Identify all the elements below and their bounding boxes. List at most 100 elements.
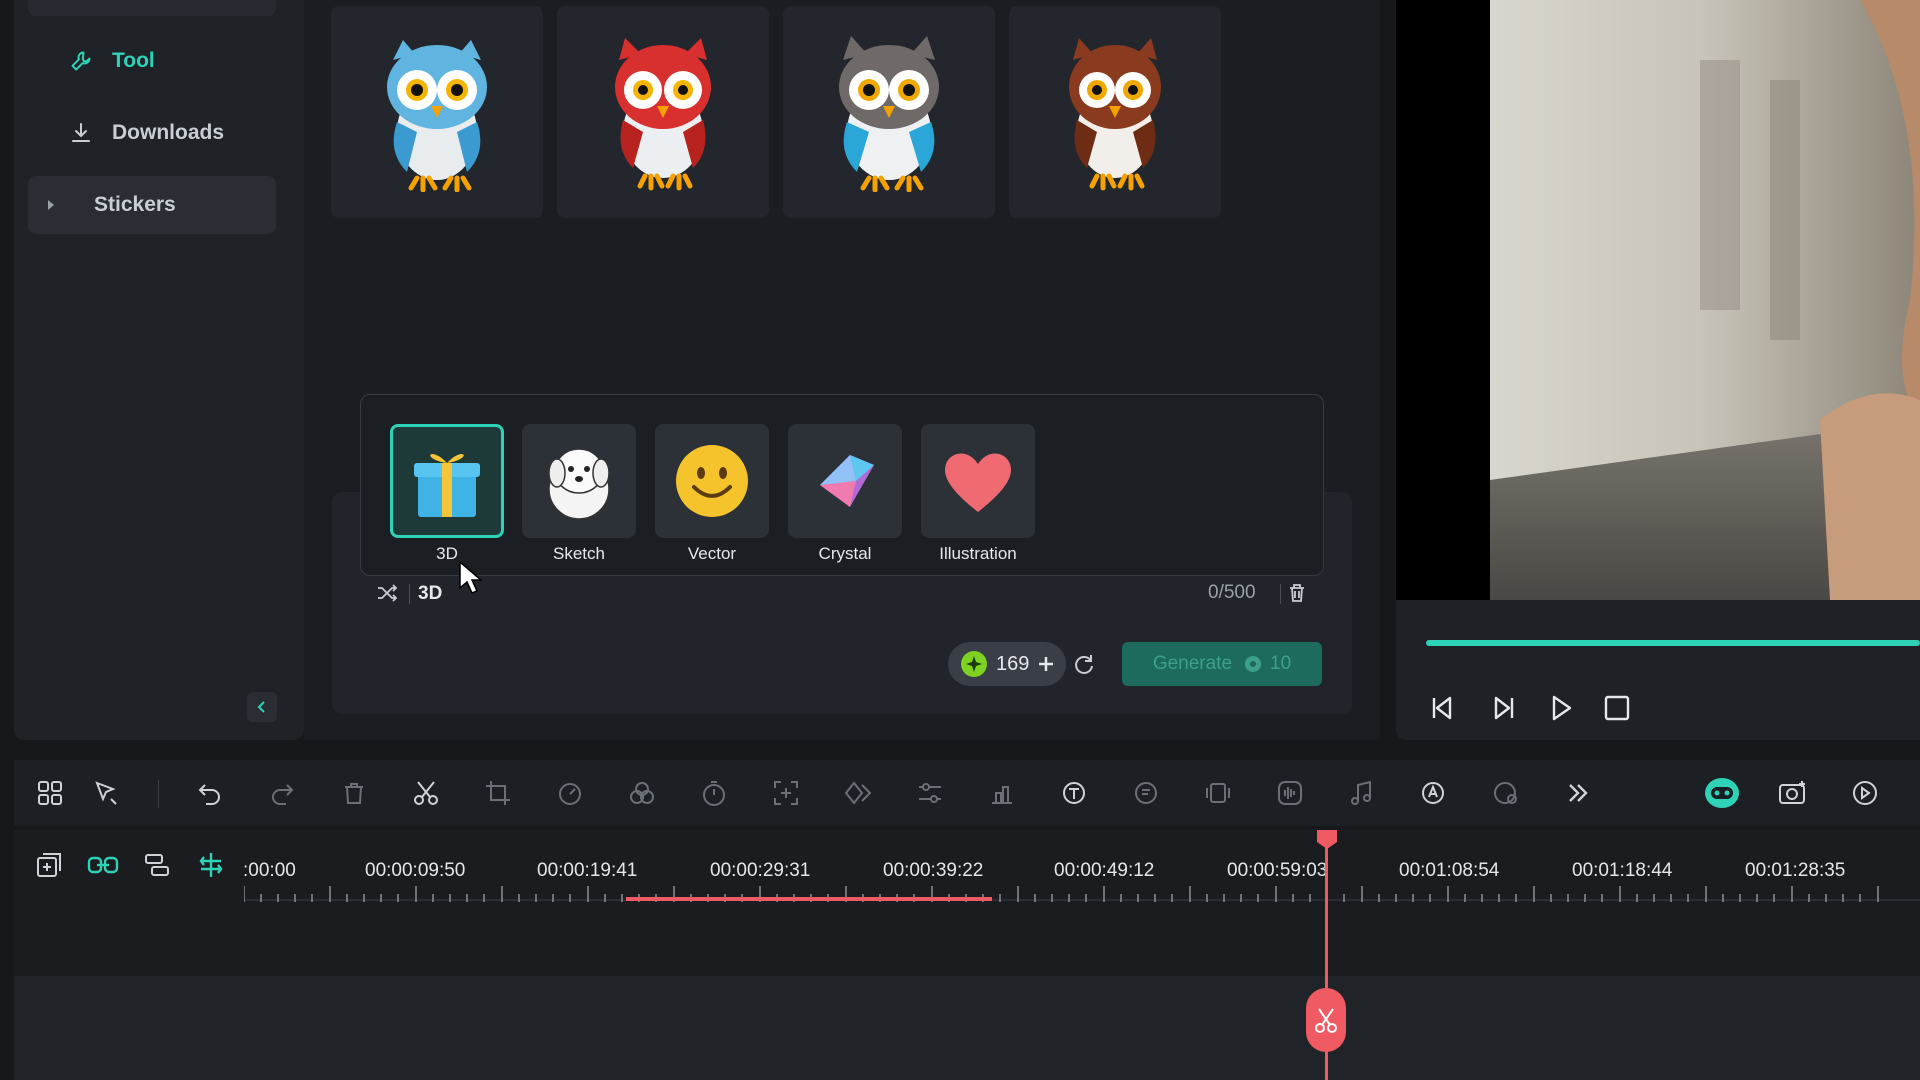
- play-icon[interactable]: [1546, 693, 1576, 723]
- timecode-label: 00:00:49:12: [1054, 860, 1155, 881]
- track-manager-icon[interactable]: [140, 848, 174, 882]
- ruler-ticks: [244, 882, 1920, 902]
- credit-coin-icon: [1244, 655, 1262, 673]
- mouse-cursor-icon: [458, 560, 484, 596]
- adjust-icon[interactable]: [913, 776, 947, 810]
- sidebar-item-tool[interactable]: Tool: [28, 32, 276, 90]
- style-option-label: Crystal: [818, 544, 872, 563]
- video-letterbox: [1396, 0, 1490, 600]
- sidebar-item-label: Stickers: [94, 193, 176, 216]
- generate-label: Generate: [1152, 653, 1233, 674]
- selected-range[interactable]: [626, 897, 992, 901]
- color-icon[interactable]: [625, 776, 659, 810]
- timeline-toolbar: [14, 760, 1920, 826]
- heart-icon: [940, 446, 1016, 516]
- audio-mixer-icon[interactable]: [985, 776, 1019, 810]
- style-option-label: Illustration: [939, 544, 1017, 563]
- auto-reframe-icon[interactable]: [769, 776, 803, 810]
- timecode-label: 00:00:19:41: [537, 860, 638, 881]
- smiley-icon: [674, 443, 750, 519]
- trash-icon[interactable]: [1286, 582, 1308, 604]
- sticker-tile[interactable]: [783, 6, 995, 218]
- wrench-icon: [68, 48, 94, 74]
- caret-right-icon: [38, 192, 64, 218]
- timecode-label: 00:00:39:22: [883, 860, 984, 881]
- select-tool-icon[interactable]: [90, 776, 124, 810]
- undo-icon[interactable]: [193, 776, 227, 810]
- crop-icon[interactable]: [481, 776, 515, 810]
- next-frame-icon[interactable]: [1488, 693, 1518, 723]
- sidebar-top-item[interactable]: [28, 0, 276, 16]
- playback-progress[interactable]: [1426, 640, 1920, 646]
- redo-icon[interactable]: [265, 776, 299, 810]
- owl-blue-icon: [377, 32, 497, 192]
- stabilize-icon[interactable]: [1201, 776, 1235, 810]
- video-preview: [1490, 0, 1920, 600]
- playhead-split-button[interactable]: [1306, 988, 1346, 1052]
- sidebar-item-label: Downloads: [112, 121, 225, 144]
- sticker-tile[interactable]: [1009, 6, 1221, 218]
- shuffle-icon[interactable]: [376, 582, 398, 604]
- timecode-label: :00:00: [243, 860, 296, 881]
- speech-to-text-icon[interactable]: [1129, 776, 1163, 810]
- style-option-3d[interactable]: 3D: [390, 424, 504, 564]
- keyframe-icon[interactable]: [841, 776, 875, 810]
- gift-box-icon: [410, 441, 484, 521]
- layout-grid-icon[interactable]: [33, 776, 67, 810]
- timecode-label: 00:00:09:50: [365, 860, 466, 881]
- timecode-label: 00:01:18:44: [1572, 860, 1673, 881]
- toolbar-divider: [158, 780, 159, 808]
- more-tools-icon[interactable]: [1561, 776, 1595, 810]
- timecode-label: 00:00:29:31: [710, 860, 811, 881]
- char-counter: 0/500: [1208, 582, 1256, 603]
- owl-gray-icon: [829, 32, 949, 192]
- style-option-illustration[interactable]: Illustration: [921, 424, 1035, 564]
- credit-coin-icon: [960, 650, 988, 678]
- sticker-tile[interactable]: [557, 6, 769, 218]
- collapse-sidebar-button[interactable]: [247, 692, 277, 722]
- timecode-label: 00:01:08:54: [1399, 860, 1500, 881]
- add-track-icon[interactable]: [32, 848, 66, 882]
- sticker-tile[interactable]: [331, 6, 543, 218]
- generate-cost: 10: [1270, 653, 1292, 674]
- scissors-icon[interactable]: [409, 776, 443, 810]
- current-style-tag[interactable]: 3D: [418, 583, 442, 605]
- snap-icon[interactable]: [194, 848, 228, 882]
- timecode-label: 00:01:28:35: [1745, 860, 1846, 881]
- refresh-icon[interactable]: [1072, 652, 1096, 676]
- credits-count: 169: [996, 652, 1030, 675]
- timeline-track[interactable]: [14, 976, 1920, 1080]
- owl-red-icon: [603, 32, 723, 192]
- speed-icon[interactable]: [553, 776, 587, 810]
- ai-copilot-icon[interactable]: [1703, 776, 1741, 810]
- text-to-speech-icon[interactable]: [1057, 776, 1091, 810]
- sidebar-item-stickers[interactable]: Stickers: [28, 176, 276, 234]
- crystal-gem-icon: [810, 451, 880, 511]
- plus-icon: [1037, 655, 1055, 673]
- stop-icon[interactable]: [1603, 694, 1631, 722]
- prev-frame-icon[interactable]: [1428, 693, 1458, 723]
- style-option-crystal[interactable]: Crystal: [788, 424, 902, 564]
- ai-tool-icon[interactable]: [1417, 776, 1451, 810]
- sidebar-item-downloads[interactable]: Downloads: [28, 104, 276, 162]
- chevron-left-icon: [255, 700, 269, 714]
- ai-portrait-icon[interactable]: [1489, 776, 1523, 810]
- link-clips-icon[interactable]: [86, 848, 120, 882]
- timer-icon[interactable]: [697, 776, 731, 810]
- generate-button[interactable]: Generate 10: [1122, 642, 1322, 686]
- style-option-sketch[interactable]: Sketch: [522, 424, 636, 564]
- timeline-ruler[interactable]: [14, 830, 1920, 976]
- screenshot-icon[interactable]: [1776, 776, 1810, 810]
- sidebar-item-label: Tool: [112, 49, 155, 72]
- credits-pill[interactable]: 169: [948, 642, 1066, 686]
- download-icon: [68, 120, 94, 146]
- delete-icon[interactable]: [337, 776, 371, 810]
- divider: [409, 584, 410, 604]
- render-icon[interactable]: [1848, 776, 1882, 810]
- timecode-label: 00:00:59:03: [1227, 860, 1328, 881]
- style-option-label: 3D: [436, 544, 458, 563]
- style-option-vector[interactable]: Vector: [655, 424, 769, 564]
- music-icon[interactable]: [1345, 776, 1379, 810]
- audio-wave-icon[interactable]: [1273, 776, 1307, 810]
- scissors-icon: [1313, 1005, 1339, 1035]
